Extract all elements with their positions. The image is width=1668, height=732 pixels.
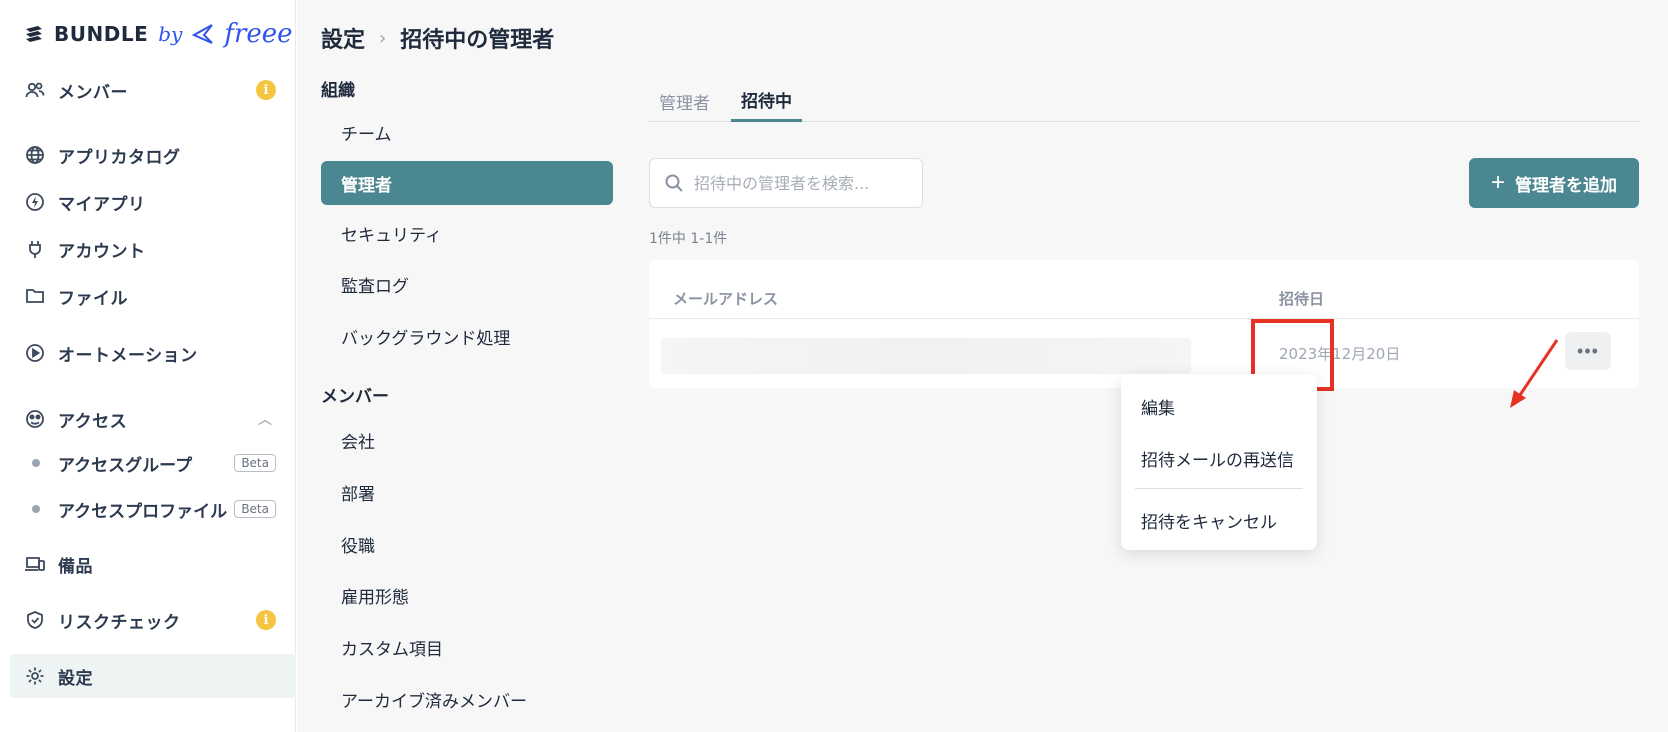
devices-icon (24, 553, 46, 575)
folder-icon (24, 285, 46, 307)
settings-nav-item-company[interactable]: 会社 (321, 418, 613, 462)
info-icon: i (256, 80, 276, 100)
search-input[interactable] (694, 173, 904, 193)
bolt-icon (24, 191, 46, 213)
search-box (649, 158, 923, 208)
sidebar-item-label: ファイル (58, 288, 128, 309)
menu-item-edit[interactable]: 編集 (1141, 394, 1175, 419)
bullet-icon (32, 459, 40, 467)
sidebar-item-members[interactable]: メンバー i (10, 68, 296, 112)
sidebar-item-label: アクセスグループ (58, 455, 193, 476)
sidebar-item-access[interactable]: アクセス ︿ (10, 397, 296, 441)
sidebar-item-label: アカウント (58, 241, 146, 262)
bundle-logo-icon (26, 26, 42, 42)
settings-nav-item-background[interactable]: バックグラウンド処理 (321, 314, 613, 358)
table-row: 2023年12月20日 ••• (649, 320, 1639, 382)
sidebar-item-equipment[interactable]: 備品 (10, 542, 296, 586)
email-redacted (661, 338, 1191, 374)
sidebar-item-app-catalog[interactable]: アプリカタログ (10, 133, 296, 177)
breadcrumb: 設定 › 招待中の管理者 (321, 22, 554, 54)
bullet-icon (32, 505, 40, 513)
menu-item-cancel-invite[interactable]: 招待をキャンセル (1141, 508, 1277, 533)
brand-by: by (158, 22, 183, 46)
sidebar-item-label: マイアプリ (58, 194, 146, 215)
play-icon (24, 342, 46, 364)
add-admin-button[interactable]: + 管理者を追加 (1469, 158, 1639, 208)
sidebar-item-label: 備品 (58, 556, 93, 577)
menu-item-resend-invite[interactable]: 招待メールの再送信 (1141, 446, 1294, 471)
brand-partner: freee (224, 19, 293, 49)
sidebar: BUNDLE by freee メンバー i アプリカタログ マイアプリ アカウ… (0, 0, 296, 732)
plus-icon: + (1490, 169, 1505, 196)
sidebar-item-risk-check[interactable]: リスクチェック i (10, 598, 296, 642)
main-content: 設定 › 招待中の管理者 組織 チーム 管理者 セキュリティ 監査ログ バックグ… (297, 0, 1668, 732)
freee-bird-icon (192, 24, 214, 44)
sidebar-item-accounts[interactable]: アカウント (10, 227, 296, 271)
chevron-up-icon[interactable]: ︿ (258, 409, 272, 429)
settings-nav-item-security[interactable]: セキュリティ (321, 211, 613, 255)
brand-name: BUNDLE (54, 22, 149, 46)
settings-nav-item-department[interactable]: 部署 (321, 470, 613, 514)
gear-icon (24, 665, 46, 687)
settings-nav-heading-org: 組織 (321, 81, 355, 101)
chevron-right-icon: › (379, 27, 387, 49)
tab-bar: 管理者 招待中 (649, 80, 1639, 122)
settings-nav-heading-members: メンバー (321, 387, 389, 407)
sidebar-item-access-groups[interactable]: アクセスグループ Beta (10, 443, 296, 483)
info-icon: i (256, 610, 276, 630)
column-header-email: メールアドレス (673, 290, 779, 308)
users-icon (24, 79, 46, 101)
settings-nav-item-team[interactable]: チーム (321, 110, 613, 154)
invited-admins-table: メールアドレス 招待日 2023年12月20日 ••• (649, 260, 1639, 388)
sidebar-item-automation[interactable]: オートメーション (10, 331, 296, 375)
settings-nav-item-position[interactable]: 役職 (321, 522, 613, 566)
menu-divider (1135, 488, 1303, 489)
plug-icon (24, 238, 46, 260)
sidebar-item-label: オートメーション (58, 345, 198, 366)
divider (649, 318, 1639, 319)
more-actions-button[interactable]: ••• (1565, 332, 1611, 370)
result-count: 1件中 1-1件 (649, 231, 728, 247)
sidebar-item-label: アプリカタログ (58, 147, 181, 168)
sidebar-item-label: メンバー (58, 82, 128, 103)
beta-badge: Beta (234, 454, 276, 472)
tab-admins[interactable]: 管理者 (649, 80, 720, 122)
access-icon (24, 408, 46, 430)
sidebar-item-files[interactable]: ファイル (10, 274, 296, 318)
sidebar-item-label: 設定 (58, 668, 93, 689)
sidebar-item-settings[interactable]: 設定 (10, 654, 296, 698)
search-icon (665, 174, 683, 192)
logo[interactable]: BUNDLE by freee (24, 16, 293, 52)
settings-nav-item-archived-members[interactable]: アーカイブ済みメンバー (321, 677, 613, 721)
page-title: 招待中の管理者 (400, 28, 555, 53)
sidebar-item-my-apps[interactable]: マイアプリ (10, 180, 296, 224)
tab-invited[interactable]: 招待中 (731, 80, 802, 122)
sidebar-item-label: リスクチェック (58, 612, 181, 633)
settings-nav-item-employment-type[interactable]: 雇用形態 (321, 573, 613, 617)
sidebar-item-label: アクセス (58, 411, 128, 432)
shield-icon (24, 609, 46, 631)
settings-nav-item-audit-log[interactable]: 監査ログ (321, 262, 613, 306)
add-admin-label: 管理者を追加 (1515, 175, 1617, 195)
globe-icon (24, 144, 46, 166)
beta-badge: Beta (234, 500, 276, 518)
sidebar-item-access-profiles[interactable]: アクセスプロファイル Beta (10, 489, 296, 529)
row-actions-menu: 編集 招待メールの再送信 招待をキャンセル (1121, 374, 1317, 550)
breadcrumb-parent[interactable]: 設定 (321, 22, 365, 54)
settings-nav-item-custom-fields[interactable]: カスタム項目 (321, 625, 613, 669)
sidebar-item-label: アクセスプロファイル (58, 501, 228, 522)
column-header-invited-date: 招待日 (1279, 290, 1325, 308)
settings-nav-item-admins[interactable]: 管理者 (321, 161, 613, 205)
